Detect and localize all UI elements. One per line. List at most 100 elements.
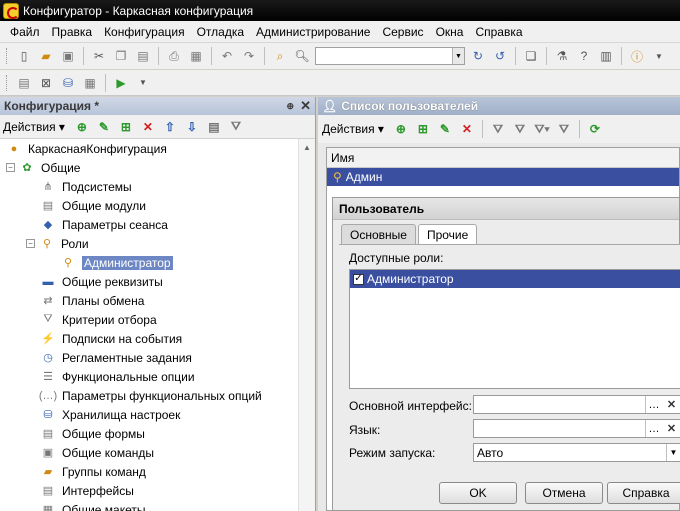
- add-icon[interactable]: ⊕: [74, 119, 90, 135]
- tree-item-exchange-plans[interactable]: ⇄ Планы обмена: [0, 291, 298, 310]
- tree-item-filter-criteria[interactable]: ⛛ Критерии отбора: [0, 310, 298, 329]
- tab-main[interactable]: Основные: [341, 224, 416, 244]
- find-prev-icon[interactable]: ↺: [491, 47, 509, 65]
- users-actions-menu-button[interactable]: Действия ▾: [322, 122, 384, 136]
- paste-icon[interactable]: ▤: [134, 47, 152, 65]
- ok-button[interactable]: OK: [439, 482, 517, 504]
- tree-item-administrator[interactable]: ⚲ Администратор: [0, 253, 298, 272]
- tree-item-common-modules[interactable]: ▤ Общие модули: [0, 196, 298, 215]
- menu-debug[interactable]: Отладка: [191, 25, 250, 39]
- menu-windows[interactable]: Окна: [430, 25, 470, 39]
- tree-item-common-templates[interactable]: ▦ Общие макеты: [0, 500, 298, 511]
- users-list-row[interactable]: ⚲ Админ: [327, 168, 679, 186]
- column-name-header[interactable]: Имя: [331, 151, 354, 165]
- form-icon: ▤: [42, 428, 54, 440]
- windows-icon[interactable]: ❏: [522, 47, 540, 65]
- set-filter-icon[interactable]: ⛛: [490, 121, 506, 137]
- find-next-icon[interactable]: ↻: [469, 47, 487, 65]
- scroll-up-icon[interactable]: ▲: [299, 139, 315, 156]
- find-in-folder-icon[interactable]: ⌕: [271, 47, 289, 65]
- tree-item-subsystems[interactable]: ⋔ Подсистемы: [0, 177, 298, 196]
- select-interface-button[interactable]: …: [645, 396, 662, 413]
- open-folder-icon[interactable]: ▰: [37, 47, 55, 65]
- actions-menu-button[interactable]: Действия ▾: [3, 120, 65, 134]
- tree-item-root[interactable]: ● КаркаснаяКонфигурация: [0, 139, 298, 158]
- clear-language-icon[interactable]: ✕: [663, 420, 680, 437]
- select-language-button[interactable]: …: [645, 420, 662, 437]
- copy-icon[interactable]: ❐: [112, 47, 130, 65]
- redo-icon[interactable]: ↷: [240, 47, 258, 65]
- cut-icon[interactable]: ✂: [90, 47, 108, 65]
- main-interface-field[interactable]: … ✕: [473, 395, 680, 414]
- search-combo[interactable]: ▼: [315, 47, 465, 65]
- help-search-icon[interactable]: ?: [575, 47, 593, 65]
- user-dialog-tabs: Основные Прочие: [341, 224, 479, 245]
- info-icon[interactable]: ⓘ: [628, 47, 646, 65]
- preview-icon[interactable]: ▦: [187, 47, 205, 65]
- launch-mode-dropdown-icon[interactable]: ▼: [666, 444, 680, 461]
- table-icon[interactable]: ▦: [81, 74, 99, 92]
- run-debug-icon[interactable]: ▶: [112, 74, 130, 92]
- copy-user-icon[interactable]: ⊞: [415, 121, 431, 137]
- print-icon[interactable]: ⎙: [165, 47, 183, 65]
- tab-other[interactable]: Прочие: [417, 224, 478, 245]
- filter-by-value-icon[interactable]: ⛛: [512, 121, 528, 137]
- syntax-helper-icon[interactable]: ⚗: [553, 47, 571, 65]
- collapse-roles-icon[interactable]: −: [26, 239, 35, 248]
- pin-icon[interactable]: ⊕: [287, 101, 295, 112]
- collapse-icon[interactable]: −: [6, 163, 15, 172]
- compare-icon[interactable]: ⊠: [37, 74, 55, 92]
- new-document-icon[interactable]: ▯: [15, 47, 33, 65]
- tree-item-settings-storages[interactable]: ⛁ Хранилища настроек: [0, 405, 298, 424]
- launch-mode-select[interactable]: Авто ▼: [473, 443, 680, 462]
- search-icon[interactable]: 🔍︎: [293, 47, 311, 65]
- role-row-administrator[interactable]: ✓ Администратор: [350, 270, 680, 288]
- refresh-icon[interactable]: ⟳: [587, 121, 603, 137]
- search-dropdown-icon[interactable]: ▼: [452, 48, 464, 64]
- copy-item-icon[interactable]: ⊞: [118, 119, 134, 135]
- tree-item-common-forms[interactable]: ▤ Общие формы: [0, 424, 298, 443]
- cancel-button[interactable]: Отмена: [525, 482, 603, 504]
- undo-icon[interactable]: ↶: [218, 47, 236, 65]
- config-window-icon[interactable]: ▤: [15, 74, 33, 92]
- tree-item-session-params[interactable]: ◆ Параметры сеанса: [0, 215, 298, 234]
- tree-item-scheduled-jobs[interactable]: ◷ Регламентные задания: [0, 348, 298, 367]
- add-user-icon[interactable]: ⊕: [393, 121, 409, 137]
- help-button[interactable]: Справка: [607, 482, 680, 504]
- menu-service[interactable]: Сервис: [376, 25, 429, 39]
- close-icon[interactable]: ✕: [300, 98, 311, 114]
- clear-interface-icon[interactable]: ✕: [663, 396, 680, 413]
- menu-edit[interactable]: Правка: [46, 25, 99, 39]
- tree-item-functional-options[interactable]: ☰ Функциональные опции: [0, 367, 298, 386]
- menu-help[interactable]: Справка: [469, 25, 528, 39]
- language-field[interactable]: … ✕: [473, 419, 680, 438]
- filter-icon[interactable]: ⛛: [228, 119, 244, 135]
- run-more-icon[interactable]: ▼: [134, 74, 152, 92]
- database-icon[interactable]: ⛁: [59, 74, 77, 92]
- tree-item-event-subscriptions[interactable]: ⚡ Подписки на события: [0, 329, 298, 348]
- clear-filter-icon[interactable]: ⛛: [556, 121, 572, 137]
- help-book-icon[interactable]: ▥: [597, 47, 615, 65]
- move-up-icon[interactable]: ⇧: [162, 119, 178, 135]
- tree-item-command-groups[interactable]: ▰ Группы команд: [0, 462, 298, 481]
- tree-item-functional-params[interactable]: (…) Параметры функциональных опций: [0, 386, 298, 405]
- tree-item-roles[interactable]: − ⚲ Роли: [0, 234, 298, 253]
- delete-icon[interactable]: ✕: [140, 119, 156, 135]
- tree-item-common-commands[interactable]: ▣ Общие команды: [0, 443, 298, 462]
- tree-item-common[interactable]: − ✿ Общие: [0, 158, 298, 177]
- menu-administration[interactable]: Администрирование: [250, 25, 376, 39]
- toolbar-more-icon[interactable]: ▼: [650, 47, 668, 65]
- role-checkbox[interactable]: ✓: [353, 273, 364, 285]
- tree-item-common-attributes[interactable]: ▬ Общие реквизиты: [0, 272, 298, 291]
- filter-history-icon[interactable]: ⛛▾: [534, 121, 550, 137]
- menu-file[interactable]: Файл: [4, 25, 46, 39]
- tree-scrollbar[interactable]: ▲: [298, 139, 315, 511]
- menu-configuration[interactable]: Конфигурация: [98, 25, 191, 39]
- properties-icon[interactable]: ▤: [206, 119, 222, 135]
- save-icon[interactable]: ▣: [59, 47, 77, 65]
- edit-user-icon[interactable]: ✎: [437, 121, 453, 137]
- move-down-icon[interactable]: ⇩: [184, 119, 200, 135]
- delete-user-icon[interactable]: ✕: [459, 121, 475, 137]
- tree-item-interfaces[interactable]: ▤ Интерфейсы: [0, 481, 298, 500]
- edit-icon[interactable]: ✎: [96, 119, 112, 135]
